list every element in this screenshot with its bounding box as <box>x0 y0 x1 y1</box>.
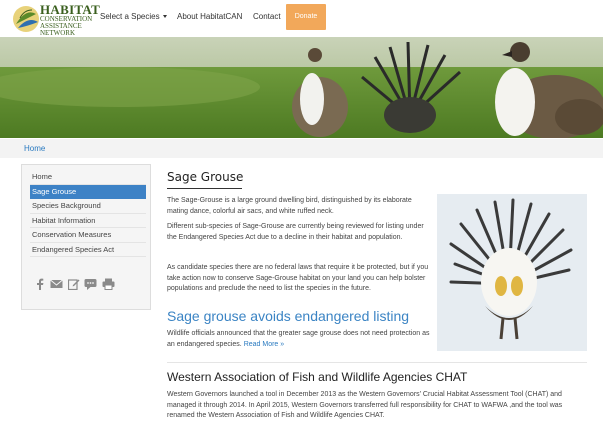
logo-line-4: NETWORK <box>40 29 75 37</box>
news-summary-text: Wildlife officials announced that the gr… <box>167 330 430 348</box>
chat-section-title: Western Association of Fish and Wildlife… <box>167 370 468 384</box>
nav-about-link[interactable]: About HabitatCAN <box>177 12 242 21</box>
read-more-link[interactable]: Read More » <box>244 341 284 348</box>
sidebar-item-endangered-species-act[interactable]: Endangered Species Act <box>30 243 146 257</box>
breadcrumb-home-link[interactable]: Home <box>24 144 45 153</box>
nav-select-species-label: Select a Species <box>100 12 160 21</box>
page-title: Sage Grouse <box>167 170 244 184</box>
sidebar-item-species-background[interactable]: Species Background <box>30 199 146 214</box>
nav-contact-link[interactable]: Contact <box>253 12 281 21</box>
facebook-icon[interactable] <box>35 278 45 290</box>
title-underline <box>167 188 242 189</box>
logo-leaf-icon <box>13 6 39 32</box>
sidebar-item-conservation-measures[interactable]: Conservation Measures <box>30 228 146 243</box>
edit-icon[interactable] <box>68 278 80 290</box>
sidebar: Home Sage Grouse Species Background Habi… <box>21 164 151 310</box>
sidebar-nav: Home Sage Grouse Species Background Habi… <box>30 170 146 257</box>
share-toolbar <box>35 278 135 292</box>
print-icon[interactable] <box>102 278 115 290</box>
sidebar-item-sage-grouse[interactable]: Sage Grouse <box>30 184 146 199</box>
news-summary-paragraph: Wildlife officials announced that the gr… <box>167 329 431 350</box>
section-divider <box>167 362 587 363</box>
news-headline-link[interactable]: Sage grouse avoids endangered listing <box>167 308 409 324</box>
nav-select-species-dropdown[interactable]: Select a Species <box>100 12 167 21</box>
logo-text: HABITAT CONSERVATION ASSISTANCE NETWORK <box>40 3 100 37</box>
candidate-species-paragraph: As candidate species there are no federa… <box>167 264 429 292</box>
hero-banner-image <box>0 37 603 138</box>
donate-button[interactable]: Donate <box>286 4 326 30</box>
intro-paragraph: The Sage-Grouse is a large ground dwelli… <box>167 197 412 215</box>
breadcrumb: Home <box>0 139 603 158</box>
sage-grouse-banner-photo <box>0 37 603 138</box>
top-navbar: HABITAT CONSERVATION ASSISTANCE NETWORK … <box>0 0 603 37</box>
sage-grouse-photo <box>437 194 587 351</box>
comment-icon[interactable] <box>84 278 97 290</box>
sidebar-item-home[interactable]: Home <box>30 170 146 185</box>
chat-paragraph: Western Governors launched a tool in Dec… <box>167 391 563 419</box>
caret-down-icon <box>162 15 167 19</box>
subspecies-paragraph: Different sub-species of Sage-Grouse are… <box>167 223 424 241</box>
sidebar-item-habitat-information[interactable]: Habitat Information <box>30 214 146 228</box>
habitatcan-logo[interactable]: HABITAT CONSERVATION ASSISTANCE NETWORK <box>12 2 100 37</box>
email-icon[interactable] <box>50 278 63 290</box>
